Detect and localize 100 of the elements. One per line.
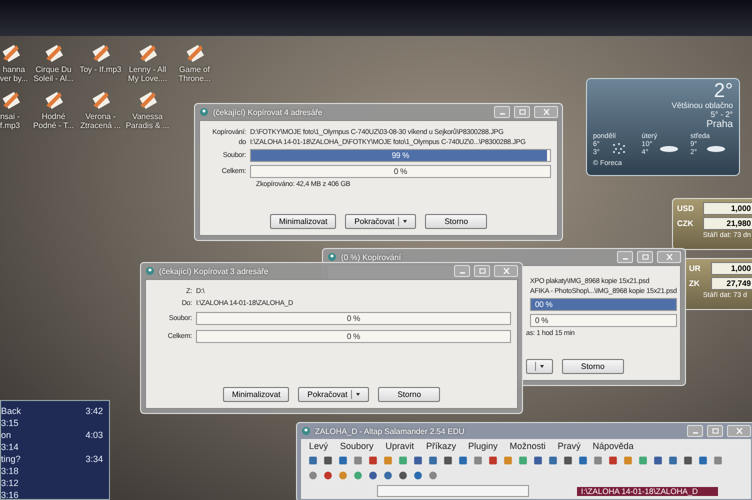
icon-label[interactable]: nsai - f.mp3 [0,112,20,130]
minimize-button[interactable] [687,425,703,437]
close-icon [502,268,510,274]
split-button[interactable]: Pokračovat [345,214,416,229]
toolbar-icon [532,455,544,466]
progress-reading: 99 % [390,151,410,160]
app-icon [145,266,155,276]
maximize-icon [478,268,486,274]
toolbar-icon [607,455,619,466]
close-button[interactable] [657,251,681,263]
temperature-range: 5° - 2° [710,110,733,119]
currency-code[interactable]: CZK [677,219,699,228]
icon-label[interactable]: hanna ver by... [0,65,28,83]
menu-item[interactable]: Nápověda [592,441,634,451]
toolbar-icon [427,470,439,481]
dropdown-button[interactable] [526,359,553,374]
close-button[interactable] [494,265,518,277]
track-duration: 3:34 [85,453,103,465]
track-title[interactable]: Back [1,405,22,417]
window-title: ZALOHA_D - Altap Salamander 2.54 EDU [315,426,466,436]
window-title: (0 %) Kopírování [341,252,402,262]
progress-reading: 0 % [346,332,362,341]
file-icon [184,42,206,64]
icon-label[interactable]: Cirque Du Soleil - Al... [33,65,74,83]
icon-label[interactable]: Game of Throne... [178,65,210,83]
toolbar-icon [397,455,409,466]
close-icon [542,109,550,115]
toolbar-icon [652,455,664,466]
minimize-button[interactable] [617,251,633,263]
track-duration: 3:16 [1,489,19,500]
maximize-icon [712,428,718,434]
path-field[interactable] [377,485,529,497]
toolbar-icon [682,455,694,466]
maximize-button[interactable] [637,251,653,263]
toolbar-icon [487,455,499,466]
menu-item[interactable]: Soubory [340,441,374,451]
dialog-button[interactable]: Storno [378,387,440,402]
progress-reading: 0 % [535,316,550,325]
menu-item[interactable]: Příkazy [426,441,456,451]
temperature: 2° [714,81,733,101]
path-field[interactable]: I:\ZALOHA 14-01-18\ZALOHA_D [577,486,718,496]
file-icon [90,42,112,64]
app-icon [199,107,209,117]
close-button[interactable] [727,425,751,437]
icon-label[interactable]: Hodné Podné - T... [33,112,74,130]
amount-field[interactable]: 1,000 [711,262,752,275]
dialog-button[interactable]: Minimalizovat [270,214,336,229]
toolbar-icon [367,470,379,481]
amount-field[interactable]: 1,000 [703,202,752,215]
file-icon [90,89,112,111]
icon-label[interactable]: Lenny - All My Love.... [128,65,168,83]
track-title[interactable]: on [1,429,12,441]
track-title[interactable]: ting? [1,453,21,465]
close-icon [666,254,672,260]
track-duration: 3:14 [1,441,19,453]
toolbar-icon [442,455,454,466]
toolbar-icon [412,455,424,466]
minimize-button[interactable] [494,106,510,118]
icon-label[interactable]: Toy - If.mp3 [80,65,122,74]
window-title: (čekající) Kopírovat 4 adresáře [213,108,324,116]
menu-item[interactable]: Levý [309,441,328,451]
amount-field[interactable]: 21,980 [703,217,752,230]
maximize-icon [518,109,526,115]
toolbar-icon [427,455,439,466]
app-icon [301,426,311,436]
maximize-button[interactable] [514,106,530,118]
track-duration: 4:03 [85,429,103,441]
menu-item[interactable]: Upravit [386,441,414,451]
dialog-button[interactable]: Minimalizovat [222,387,290,402]
maximize-button[interactable] [707,425,723,437]
icon-label[interactable]: Vanessa Paradis & ... [126,112,170,130]
toolbar-icon [712,455,724,466]
toolbar-icon [592,455,604,466]
toolbar-icon [667,455,679,466]
file-icon [136,42,158,64]
file-icon [136,89,158,111]
toolbar-icon [382,455,394,466]
toolbar-icon [547,455,559,466]
split-button[interactable]: Pokračovat [298,387,370,402]
progress-reading: 00 % [535,300,554,309]
app-icon [327,252,337,262]
toolbar-icon [637,455,649,466]
menu-item[interactable]: Možnosti [510,441,546,451]
maximize-button[interactable] [474,265,490,277]
weather-condition: Většinou oblačno [672,101,733,110]
amount-field[interactable]: 27,749 [711,277,752,290]
toolbar-icon [457,455,469,466]
currency-code[interactable]: ZK [689,279,707,288]
dialog-button[interactable]: Storno [425,214,488,229]
icon-label[interactable]: Verona - Ztracená ... [80,112,121,130]
city-name: Praha [706,119,733,130]
file-icon [0,89,22,111]
minimize-button[interactable] [454,265,470,277]
menu-item[interactable]: Pravý [558,441,581,451]
close-button[interactable] [534,106,558,118]
toolbar-icon [337,455,349,466]
menu-item[interactable]: Pluginy [468,441,498,451]
toolbar-icon [517,455,529,466]
file-icon [0,42,22,64]
dialog-button[interactable]: Storno [562,359,624,374]
